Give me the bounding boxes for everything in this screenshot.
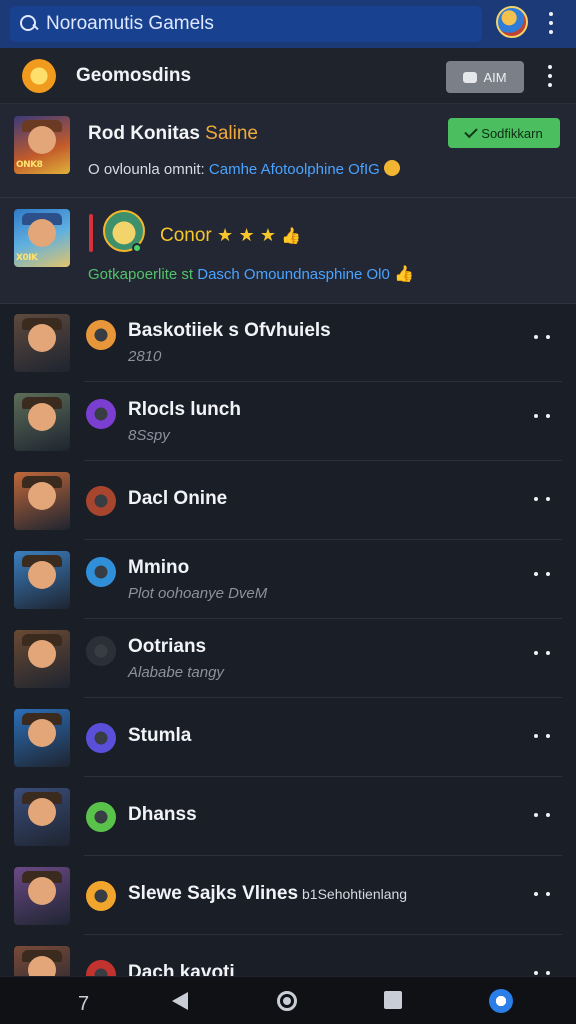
divider (84, 618, 562, 619)
game-badge-icon (86, 557, 116, 587)
more-vert-icon[interactable] (547, 12, 555, 34)
game-thumbnail: X0IK (14, 209, 70, 267)
more-horiz-icon[interactable] (534, 891, 550, 897)
search-text: Noroamutis Gamels (46, 13, 214, 34)
nav-recent-icon[interactable] (384, 991, 402, 1009)
featured-card[interactable]: ONK8 Rod Konitas Saline Sodfikkarn O ovl… (0, 104, 576, 198)
download-button[interactable]: Sodfikkarn (448, 118, 560, 148)
thumbs-up-icon: 👍 (394, 266, 414, 283)
nav-home-icon[interactable] (277, 991, 297, 1011)
nav-app-icon[interactable] (489, 989, 513, 1013)
list-item[interactable]: Rlocls lunch 8Sspy (0, 383, 576, 461)
game-badge-icon (86, 636, 116, 666)
section-header: Geomosdins AIM (0, 48, 576, 104)
highlight-bar (89, 214, 93, 252)
camera-icon (463, 71, 478, 83)
game-thumbnail (14, 472, 70, 530)
game-title: Stumla (128, 725, 192, 746)
more-horiz-icon[interactable] (534, 496, 550, 502)
list-item[interactable]: Baskotiiek s Ofvhuiels 2810 (0, 304, 576, 382)
more-horiz-icon[interactable] (534, 571, 550, 577)
game-thumbnail (14, 630, 70, 688)
top-app-bar: Noroamutis Gamels (0, 0, 576, 48)
online-status-indicator (132, 243, 142, 253)
app-logo-icon (22, 59, 56, 93)
game-title: Slewe Sajks Vlines (128, 883, 299, 904)
divider (84, 460, 562, 461)
game-thumbnail (14, 314, 70, 372)
thumbnail-tag: X0IK (16, 253, 38, 263)
featured-card[interactable]: X0IK Conor ★ ★ ★ 👍 Gotkapoerlite st Dasc… (0, 198, 576, 304)
star-icon: ★ (217, 225, 234, 245)
game-thumbnail: ONK8 (14, 116, 70, 174)
aim-button-label: AIM (483, 69, 507, 85)
featured-link[interactable]: Camhe Afotoolphine OfIG (209, 161, 380, 178)
game-thumbnail (14, 788, 70, 846)
game-badge-icon (86, 881, 116, 911)
bottom-navigation: 7 (0, 976, 576, 1024)
thumbs-up-icon: 👍 (281, 228, 302, 245)
featured-title: Conor ★ ★ ★ 👍 (160, 225, 302, 246)
game-title: Ootrians (128, 636, 207, 657)
search-icon (18, 13, 40, 35)
game-thumbnail (14, 867, 70, 925)
divider (84, 381, 562, 382)
check-icon (464, 124, 478, 139)
game-title: Dhanss (128, 804, 197, 825)
more-horiz-icon[interactable] (534, 650, 550, 656)
divider (84, 934, 562, 935)
game-thumbnail (14, 551, 70, 609)
game-meta: Plot oohoanye DveM (128, 585, 268, 602)
game-title: Baskotiiek s Ofvhuiels (128, 320, 331, 341)
list-item[interactable]: Dacl Onine (0, 462, 576, 540)
game-title: Rlocls lunch (128, 399, 241, 420)
divider (84, 539, 562, 540)
game-title: Dacl Onine (128, 488, 228, 509)
more-horiz-icon[interactable] (534, 733, 550, 739)
game-extra-text: b1Sehohtienlang (302, 886, 408, 902)
aim-button[interactable]: AIM (446, 61, 524, 93)
game-badge-icon (86, 802, 116, 832)
coin-icon (384, 160, 401, 176)
thumbnail-tag: ONK8 (16, 160, 43, 170)
list-item[interactable]: Ootrians Alababe tangy (0, 620, 576, 698)
game-badge-icon (86, 723, 116, 753)
featured-subtitle: Gotkapoerlite st Dasch Omoundnasphine Ol… (88, 266, 414, 283)
more-horiz-icon[interactable] (534, 334, 550, 340)
list-item[interactable]: Mmino Plot oohoanye DveM (0, 541, 576, 619)
nav-back-icon[interactable] (172, 992, 188, 1010)
game-badge-icon (86, 320, 116, 350)
game-meta: 8Sspy (128, 427, 170, 444)
game-title: Mmino (128, 557, 190, 578)
featured-link[interactable]: Dasch Omoundnasphine Ol0 (197, 266, 390, 283)
game-badge-icon (86, 486, 116, 516)
list-item[interactable]: Slewe Sajks Vlines b1Sehohtienlang (0, 857, 576, 935)
more-horiz-icon[interactable] (534, 812, 550, 818)
more-horiz-icon[interactable] (534, 413, 550, 419)
featured-title: Rod Konitas Saline (88, 123, 258, 144)
divider (84, 697, 562, 698)
game-meta: Alababe tangy (128, 664, 224, 681)
game-meta: 2810 (128, 348, 162, 365)
download-button-label: Sodfikkarn (481, 125, 543, 141)
game-badge-icon (86, 399, 116, 429)
game-thumbnail (14, 709, 70, 767)
star-icon: ★ (259, 225, 277, 245)
list-item[interactable]: Dhanss (0, 778, 576, 856)
divider (84, 855, 562, 856)
section-title: Geomosdins (76, 65, 192, 86)
list-item[interactable]: Stumla (0, 699, 576, 777)
profile-avatar-icon[interactable] (496, 6, 528, 38)
featured-subtitle: O ovlounla omnit: Camhe Afotoolphine OfI… (88, 160, 401, 178)
nav-gesture-icon[interactable]: 7 (78, 993, 89, 1016)
search-bar[interactable]: Noroamutis Gamels (10, 6, 482, 42)
star-icon: ★ (238, 225, 255, 245)
more-vert-icon[interactable] (546, 65, 554, 87)
game-thumbnail (14, 393, 70, 451)
divider (84, 776, 562, 777)
